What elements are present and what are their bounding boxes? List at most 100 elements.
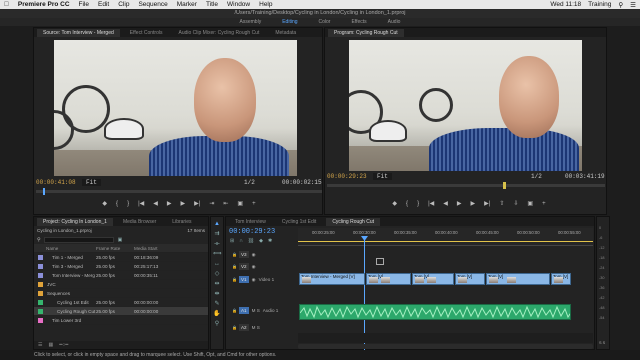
menu-title[interactable]: Title (206, 1, 218, 8)
label-color-swatch[interactable] (38, 254, 43, 260)
tab-metadata[interactable]: Metadata (269, 29, 302, 37)
lock-icon[interactable]: 🔒 (232, 325, 237, 330)
wrench-icon[interactable]: ✱ (268, 238, 272, 244)
column-media-start[interactable]: Media Start (134, 246, 174, 251)
menu-sequence[interactable]: Sequence (138, 1, 167, 8)
clip-video[interactable]: Tom [V] (486, 273, 550, 285)
track-select-tool-icon[interactable]: ⇉ (213, 231, 221, 238)
clip-video[interactable]: Tom Interview - Merged [V] (299, 273, 365, 285)
menu-window[interactable]: Window (227, 1, 250, 8)
project-list-item[interactable]: Cycling Rough Cut 25.00 fps 00:00:00:00 (34, 307, 208, 316)
program-export-frame-button[interactable]: ▣ (527, 200, 533, 207)
slip-tool-icon[interactable]: ⇹ (213, 281, 221, 288)
clip-video[interactable]: Tom [V] (366, 273, 411, 285)
track-header-v2[interactable]: 🔒 V2 ◉ (226, 260, 298, 273)
lock-icon[interactable]: 🔒 (232, 264, 237, 269)
user-menu[interactable]: Training (588, 1, 611, 9)
label-color-swatch[interactable] (38, 281, 43, 287)
label-color-swatch[interactable] (38, 290, 43, 296)
workspace-assembly[interactable]: Assembly (231, 18, 271, 26)
rate-stretch-tool-icon[interactable]: ↔ (213, 261, 221, 268)
project-list-item[interactable]: Tim 1 - Merged 25.00 fps 00:18:36:09 (34, 253, 208, 262)
tab-media-browser[interactable]: Media Browser (117, 218, 162, 226)
ripple-edit-tool-icon[interactable]: ⟛ (213, 241, 221, 248)
project-list-item[interactable]: Tim Lower 3rd (34, 316, 208, 325)
pen-tool-icon[interactable]: ✎ (213, 301, 221, 308)
source-scrubber[interactable] (36, 188, 322, 195)
project-list-item[interactable]: JVC (34, 280, 208, 289)
tab-sequence-cycling-rough-cut[interactable]: Cycling Rough Cut (326, 217, 380, 226)
apple-icon[interactable]:  (4, 1, 9, 8)
column-frame-rate[interactable]: Frame Rate (96, 246, 134, 251)
snap-icon[interactable]: ∩ (239, 238, 243, 244)
zoom-slider[interactable]: ━○━ (59, 342, 68, 348)
menu-help[interactable]: Help (259, 1, 272, 8)
program-scrubber[interactable] (327, 182, 605, 189)
rolling-edit-tool-icon[interactable]: ⟺ (213, 251, 222, 258)
workspace-audio[interactable]: Audio (379, 18, 410, 26)
lock-icon[interactable]: 🔒 (232, 308, 237, 313)
program-timecode[interactable]: 00:00:29:23 (327, 173, 367, 180)
program-video-frame[interactable] (349, 40, 582, 171)
clip-audio[interactable] (299, 304, 571, 320)
selection-tool-icon[interactable]: ▲ (213, 221, 221, 228)
source-timecode[interactable]: 00:00:41:08 (36, 179, 76, 186)
list-view-icon[interactable]: ☰ (38, 342, 42, 348)
project-list-item[interactable]: Cycling 1st Edit 25.00 fps 00:00:00:00 (34, 298, 208, 307)
project-list-item[interactable]: Sequences (34, 289, 208, 298)
clip-video[interactable]: Tom [V] (412, 273, 454, 285)
label-color-swatch[interactable] (38, 308, 43, 314)
marker-button[interactable]: ◆ (102, 200, 107, 207)
column-name[interactable]: Name (34, 246, 96, 251)
extract-button[interactable]: ⇩ (513, 200, 518, 207)
eye-icon[interactable]: ◉ (252, 252, 256, 258)
program-fit-dropdown[interactable]: Fit (373, 173, 392, 180)
workspace-color[interactable]: Color (310, 18, 340, 26)
label-color-swatch[interactable] (38, 263, 43, 269)
timeline-timecode[interactable]: 00:00:29:23 (229, 228, 275, 236)
step-back-button[interactable]: ◀ (153, 200, 158, 207)
clip-video[interactable]: Tom [V] (551, 273, 571, 285)
label-color-swatch[interactable] (38, 317, 43, 323)
track-header-v1[interactable]: 🔒 V1 ◉ Video 1 (226, 273, 298, 286)
tab-sequence-tom-interview[interactable]: Tom Interview (229, 218, 272, 226)
eye-icon[interactable]: ◉ (252, 277, 256, 283)
icon-view-icon[interactable]: ▦ (48, 342, 53, 348)
play-button[interactable]: ▶ (167, 200, 172, 207)
nest-icon[interactable]: ⊞ (230, 238, 234, 244)
menu-clip[interactable]: Clip (118, 1, 129, 8)
insert-button[interactable]: ⇥ (209, 200, 214, 207)
search-icon[interactable]: ⚲ (618, 1, 623, 9)
source-fit-dropdown[interactable]: Fit (82, 179, 101, 186)
track-target[interactable]: A2 (238, 324, 249, 331)
track-header-a2[interactable]: 🔒 A2 M S (226, 321, 298, 334)
program-marker-button[interactable]: ◆ (392, 200, 397, 207)
project-list-item[interactable]: Tom Interview - Merg 25.00 fps 00:00:35:11 (34, 271, 208, 280)
app-menu[interactable]: Premiere Pro CC (18, 1, 70, 8)
slide-tool-icon[interactable]: ⇼ (213, 291, 221, 298)
track-target[interactable]: V3 (238, 251, 249, 258)
menu-file[interactable]: File (79, 1, 89, 8)
program-goto-out-button[interactable]: ▶| (484, 200, 490, 207)
workspace-effects[interactable]: Effects (342, 18, 375, 26)
zoom-tool-icon[interactable]: ⚲ (213, 321, 221, 328)
clip-video[interactable]: Tom [V] (455, 273, 485, 285)
project-list-item[interactable]: Tim 3 - Merged 25.00 fps 00:25:17:13 (34, 262, 208, 271)
lock-icon[interactable]: 🔒 (232, 252, 237, 257)
hand-tool-icon[interactable]: ✋ (213, 311, 221, 318)
tab-program[interactable]: Program: Cycling Rough Cut (328, 28, 404, 37)
timeline-zoom-scrollbar[interactable] (298, 344, 593, 349)
track-header-a1[interactable]: 🔒 A1 M S Audio 1 (226, 304, 298, 317)
workspace-editing[interactable]: Editing (273, 18, 306, 26)
source-resolution[interactable]: 1/2 (244, 179, 255, 186)
program-mark-in-button[interactable]: { (406, 201, 408, 207)
lock-icon[interactable]: 🔒 (232, 277, 237, 282)
label-color-swatch[interactable] (38, 299, 43, 305)
tab-sequence-cycling-1st-edit[interactable]: Cycling 1st Edit (276, 218, 322, 226)
lift-button[interactable]: ⇧ (499, 200, 504, 207)
program-play-button[interactable]: ▶ (457, 200, 462, 207)
razor-tool-icon[interactable]: ◇ (213, 271, 221, 278)
meter-solo-buttons[interactable]: S S (599, 341, 605, 345)
goto-in-button[interactable]: |◀ (138, 200, 144, 207)
tab-libraries[interactable]: Libraries (166, 218, 197, 226)
